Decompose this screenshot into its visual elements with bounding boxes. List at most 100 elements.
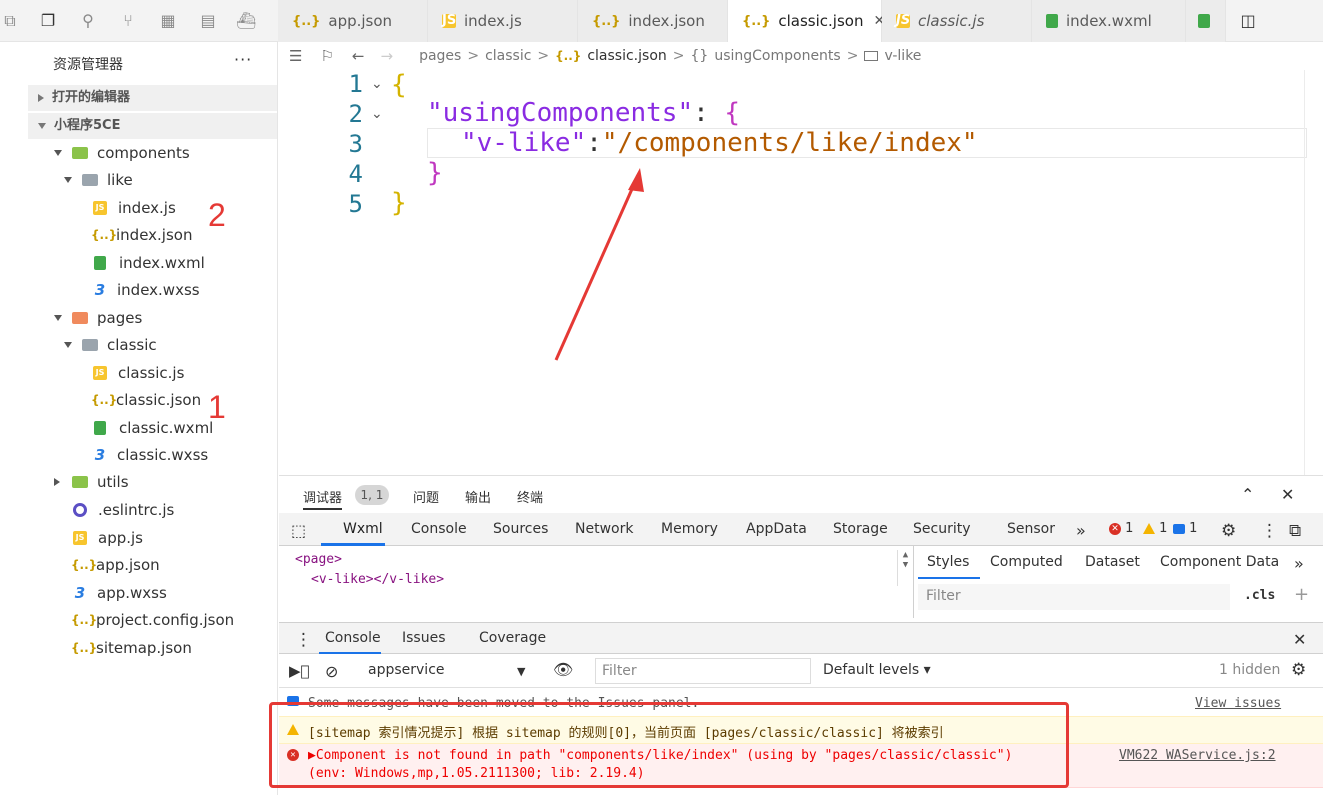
docker-icon[interactable]: ⛴ (236, 11, 256, 31)
undock-icon[interactable]: ⧉ (1289, 521, 1301, 541)
dom-node-page[interactable]: <page> (295, 552, 342, 567)
drawer-tab-issues[interactable]: Issues (402, 630, 446, 646)
tree-file-app-wxss[interactable]: 3 app.wxss (72, 580, 167, 606)
tab-sensor[interactable]: Sensor (1007, 521, 1055, 537)
bookmark-icon[interactable]: ⚐ (320, 47, 333, 65)
tree-file-eslintrc[interactable]: .eslintrc.js (73, 497, 174, 523)
tab-dataset[interactable]: Dataset (1085, 554, 1140, 570)
drawer-tab-coverage[interactable]: Coverage (479, 630, 546, 646)
eye-icon[interactable]: 👁 (553, 660, 573, 679)
tab-network[interactable]: Network (575, 521, 633, 537)
more-actions-icon[interactable]: ··· (234, 50, 252, 69)
more-tabs-icon[interactable]: » (1294, 554, 1304, 573)
code-editor[interactable]: 1 2 3 4 5 ⌄ ⌄ { "usingComponents": { "v-… (279, 70, 1323, 475)
tab-sources[interactable]: Sources (493, 521, 548, 537)
fold-chevron-icon[interactable]: ⌄ (371, 76, 383, 92)
files-icon[interactable]: ❐ (38, 11, 58, 31)
tab-index-wxml[interactable]: index.wxml (1032, 0, 1186, 42)
open-editors-section[interactable]: 打开的编辑器 (28, 85, 277, 111)
tree-file-index-json[interactable]: {..} index.json (91, 222, 192, 248)
tab-app-json[interactable]: {..} app.json (278, 0, 428, 42)
tab-memory[interactable]: Memory (661, 521, 718, 537)
drawer-tab-console[interactable]: Console (325, 630, 381, 646)
tab-console[interactable]: Console (411, 521, 467, 537)
tab-storage[interactable]: Storage (833, 521, 888, 537)
extensions-icon[interactable]: ▦ (158, 11, 178, 31)
close-icon[interactable]: ✕ (1293, 630, 1306, 649)
drawer-menu-icon[interactable]: ⋮ (295, 630, 312, 650)
console-settings-icon[interactable]: ⚙ (1291, 660, 1306, 680)
tab-terminal[interactable]: 终端 (517, 487, 543, 506)
tree-file-index-wxml[interactable]: index.wxml (94, 250, 205, 276)
tab-index-json[interactable]: {..} index.json (578, 0, 728, 42)
tab-styles[interactable]: Styles (927, 554, 969, 570)
tree-file-index-wxss[interactable]: 3 index.wxss (92, 277, 200, 303)
tree-folder-utils[interactable]: utils (54, 469, 129, 495)
tab-security[interactable]: Security (913, 521, 971, 537)
add-style-icon[interactable]: + (1294, 584, 1309, 605)
warning-counter[interactable]: 1 (1143, 521, 1167, 536)
kebab-menu-icon[interactable]: ⋮ (1261, 521, 1278, 541)
breadcrumb-item-pages[interactable]: pages (419, 48, 461, 64)
sidebar-toggle-icon[interactable]: ▶⃞ (289, 662, 310, 680)
breadcrumb-item-vlike[interactable]: v-like (884, 48, 921, 64)
tree-file-project-config[interactable]: {..} project.config.json (71, 607, 234, 633)
forward-arrow-icon[interactable]: → (380, 47, 393, 65)
tab-component-data[interactable]: Component Data (1160, 554, 1279, 570)
tab-computed[interactable]: Computed (990, 554, 1063, 570)
more-tabs-icon[interactable]: » (1076, 521, 1086, 540)
view-issues-link[interactable]: View issues (1195, 696, 1281, 711)
breadcrumb-item-usingcomponents[interactable]: usingComponents (714, 48, 840, 64)
list-icon[interactable]: ☰ (289, 47, 302, 65)
search-icon[interactable]: ⚲ (78, 11, 98, 31)
tree-folder-like[interactable]: like (64, 167, 133, 193)
tab-output[interactable]: 输出 (465, 487, 491, 506)
tree-file-classic-wxml[interactable]: classic.wxml (94, 415, 213, 441)
error-counter[interactable]: ✕ 1 (1109, 521, 1133, 536)
tab-classic-json[interactable]: {..} classic.json ✕ (728, 0, 885, 42)
context-select[interactable]: appservice (368, 662, 445, 678)
back-arrow-icon[interactable]: ← (352, 47, 365, 65)
tree-file-classic-wxss[interactable]: 3 classic.wxss (92, 442, 208, 468)
error-source-link[interactable]: VM622 WAService.js:2 (1119, 748, 1276, 763)
cls-toggle[interactable]: .cls (1244, 588, 1275, 603)
tab-wxml[interactable]: Wxml (343, 521, 383, 537)
breadcrumb-item-classic[interactable]: classic (485, 48, 531, 64)
tree-folder-pages[interactable]: pages (54, 305, 142, 331)
project-section[interactable]: 小程序5CE (28, 113, 277, 139)
dom-scrollbar[interactable]: ▲ ▼ (897, 550, 913, 586)
console-filter-input[interactable]: Filter (595, 658, 811, 684)
editor-scrollbar[interactable] (1304, 70, 1323, 475)
tree-file-classic-js[interactable]: JS classic.js (93, 360, 184, 386)
dropdown-arrow-icon[interactable]: ▼ (517, 665, 525, 678)
close-icon[interactable]: ✕ (1281, 485, 1294, 504)
fold-chevron-icon[interactable]: ⌄ (371, 106, 383, 122)
breadcrumb-item-file[interactable]: classic.json (587, 48, 666, 64)
dom-node-vlike[interactable]: <v-like></v-like> (311, 572, 444, 587)
tree-file-app-js[interactable]: JS app.js (73, 525, 143, 551)
gear-icon[interactable]: ⚙ (1221, 521, 1236, 541)
inspect-element-icon[interactable]: ⬚ (291, 521, 306, 540)
tab-index-js[interactable]: JS index.js (428, 0, 578, 42)
styles-filter-input[interactable]: Filter (918, 584, 1230, 610)
tree-file-classic-json[interactable]: {..} classic.json (91, 387, 201, 413)
split-editor-icon[interactable]: ◫ (1238, 11, 1258, 31)
tree-file-sitemap[interactable]: {..} sitemap.json (71, 635, 192, 661)
tab-problems[interactable]: 问题 (413, 487, 439, 506)
explorer-edge-icon[interactable]: ⧉ (0, 11, 20, 31)
storage-icon[interactable]: ▤ (198, 11, 218, 31)
tab-appdata[interactable]: AppData (746, 521, 807, 537)
source-control-icon[interactable]: ⑂ (118, 11, 138, 31)
tree-file-index-js[interactable]: JS index.js (93, 195, 176, 221)
tab-overflow[interactable] (1186, 0, 1226, 42)
chevron-up-icon[interactable]: ⌃ (1241, 485, 1254, 504)
log-levels-select[interactable]: Default levels ▾ (823, 662, 931, 678)
tab-classic-js[interactable]: JS classic.js (882, 0, 1032, 42)
tree-folder-classic[interactable]: classic (64, 332, 157, 358)
tree-file-app-json[interactable]: {..} app.json (71, 552, 160, 578)
tree-folder-components[interactable]: components (54, 140, 190, 166)
wxml-dom-tree[interactable]: <page> <v-like></v-like> ▲ ▼ (279, 546, 914, 618)
tab-debugger[interactable]: 调试器 (303, 487, 343, 510)
message-counter[interactable]: 1 (1173, 521, 1197, 536)
clear-console-icon[interactable]: ⊘ (325, 662, 338, 681)
